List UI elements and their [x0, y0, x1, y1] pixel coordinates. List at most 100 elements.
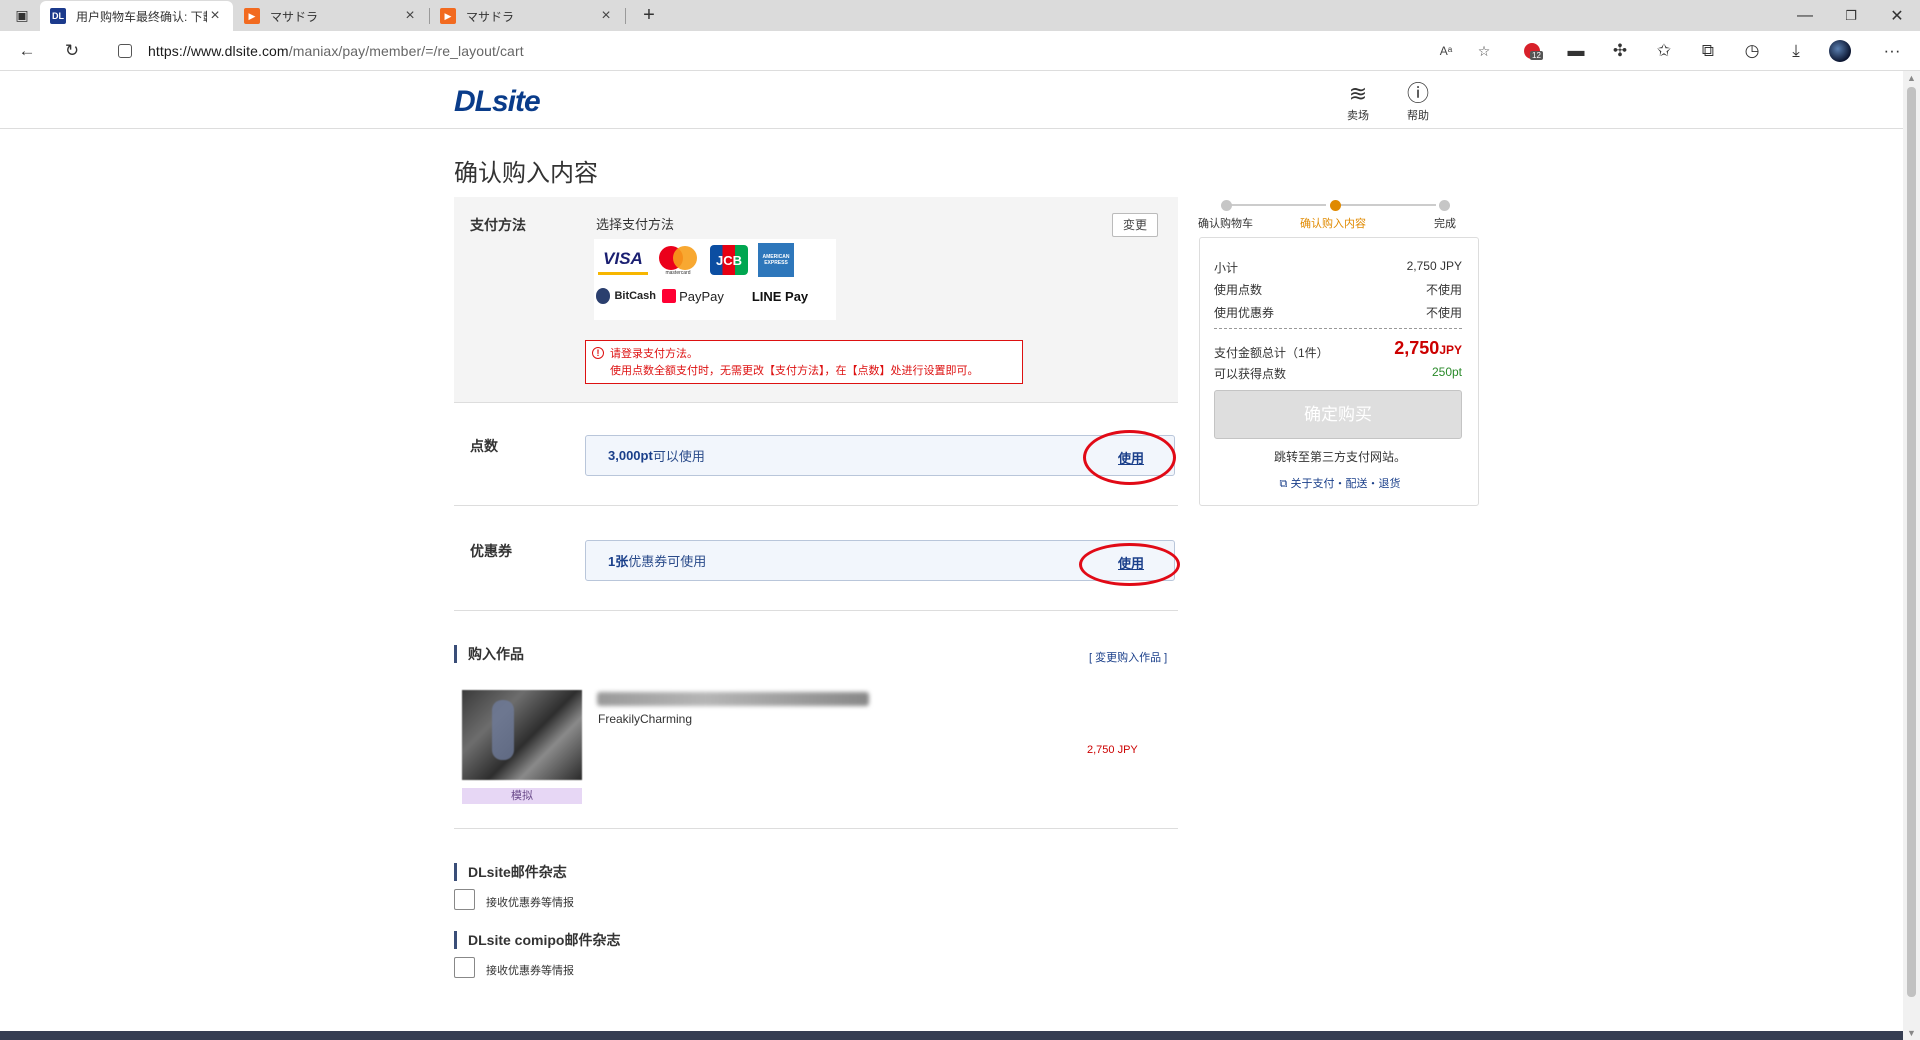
extension-icon[interactable]: ▬: [1562, 37, 1590, 65]
bitcash-logo: BitCash: [596, 283, 656, 309]
scroll-down-icon[interactable]: ▼: [1903, 1026, 1920, 1040]
masadora-favicon-icon: ▶: [440, 8, 456, 24]
help-icon: ⓘ: [1406, 81, 1429, 106]
paypay-logo: PayPay: [660, 283, 726, 309]
redirect-note: 跳转至第三方支付网站。: [1273, 450, 1406, 464]
subtotal-row: 小计 2,750 JPY: [1214, 259, 1462, 276]
tab-actions-icon[interactable]: ▣: [8, 1, 36, 29]
total-amount: 2,750: [1394, 338, 1440, 358]
external-link-icon: ⧉: [1279, 478, 1291, 490]
mastercard-logo: mastercard: [656, 244, 700, 276]
coupon-used-row: 使用优惠券 不使用: [1214, 304, 1462, 321]
collections-icon[interactable]: ⧉: [1694, 37, 1722, 65]
tab-separator: [625, 8, 626, 24]
refresh-icon[interactable]: ↻: [58, 37, 86, 65]
favorite-add-icon[interactable]: ☆: [1470, 37, 1498, 65]
points-used-label: 使用点数: [1214, 283, 1263, 297]
back-icon[interactable]: ←: [13, 37, 41, 65]
window-close-icon[interactable]: ✕: [1874, 0, 1920, 31]
extensions-puzzle-icon[interactable]: ✣: [1606, 37, 1634, 65]
browser-tab-bar: ▣ DL 用户购物车最终确认: 下載同人志 × ▶ マサドラ × ▶ マサドラ …: [0, 0, 1920, 31]
extension-adblock-icon[interactable]: 12: [1518, 37, 1546, 65]
coupon-used-label: 使用优惠券: [1214, 306, 1275, 320]
tab-masadora-2[interactable]: ▶ マサドラ ×: [430, 1, 624, 31]
footer-bar: [0, 1031, 1903, 1040]
newsletter-checkbox[interactable]: [454, 889, 475, 910]
linepay-text: LINE Pay: [751, 288, 809, 304]
dashed-divider: [1214, 328, 1462, 329]
order-summary: 小计 2,750 JPY 使用点数 不使用 使用优惠券 不使用 支付金额总计（1件） 2…: [1199, 237, 1479, 506]
scrollbar-thumb[interactable]: [1907, 87, 1916, 997]
restore-icon[interactable]: ❐: [1828, 0, 1874, 31]
tab-masadora-1[interactable]: ▶ マサドラ ×: [234, 1, 428, 31]
scrollbar[interactable]: ▲ ▼: [1903, 71, 1920, 1040]
points-label: 点数: [470, 438, 498, 454]
change-items-link[interactable]: [ 変更购入作品 ]: [1089, 649, 1167, 665]
url-text: https://www.dlsite.com/maniax/pay/member…: [148, 43, 524, 59]
about-payment-link[interactable]: ⧉ 关于支付・配送・退货: [1200, 475, 1480, 491]
visa-logo: VISA: [598, 245, 648, 275]
item-price: 2,750 JPY: [1087, 744, 1138, 756]
site-header: DLsite ≋ 卖场 ⓘ 帮助: [0, 71, 1903, 129]
coupon-used-value: 不使用: [1425, 306, 1462, 320]
points-used-row: 使用点数 不使用: [1214, 281, 1462, 298]
subtotal-value: 2,750 JPY: [1406, 259, 1462, 273]
dlsite-favicon-icon: DL: [50, 8, 66, 24]
layers-icon: ≋: [1348, 81, 1368, 106]
coupon-available-text: 优惠券可使用: [628, 554, 707, 569]
tab-title: マサドラ: [270, 9, 319, 24]
error-line-1: 请登录支付方法。: [610, 348, 698, 360]
error-line-2: 使用点数全额支付时，无需更改【支付方法】，在【点数】处进行设置即可。: [610, 365, 979, 377]
payment-error-message: ! 请登录支付方法。 使用点数全额支付时，无需更改【支付方法】，在【点数】处进行…: [585, 340, 1023, 384]
newsletter-heading: DLsite邮件杂志: [454, 863, 567, 881]
minimize-icon[interactable]: —: [1782, 0, 1828, 31]
close-icon[interactable]: ×: [598, 7, 614, 25]
divider: [454, 610, 1178, 611]
confirm-purchase-button[interactable]: 确定购买: [1214, 390, 1462, 439]
mastercard-text: mastercard: [665, 270, 691, 276]
purchase-heading: 购入作品: [454, 645, 524, 663]
total-label: 支付金额总计（1件）: [1214, 346, 1329, 360]
paypay-text: PayPay: [679, 288, 724, 304]
change-payment-button[interactable]: 変更: [1112, 213, 1158, 237]
close-icon[interactable]: ×: [207, 7, 223, 25]
item-circle-name[interactable]: FreakilyCharming: [598, 712, 692, 726]
dlsite-logo[interactable]: DLsite: [454, 85, 541, 119]
payment-methods[interactable]: VISA mastercard JCB AMERICAN EXPRESS Bit…: [594, 239, 836, 320]
error-icon: !: [592, 347, 604, 359]
comipo-newsletter-checkbox[interactable]: [454, 957, 475, 978]
total-value: 2,750JPY: [1394, 338, 1462, 359]
nav-shop[interactable]: ≋ 卖场: [1336, 81, 1380, 123]
step-label-current: 确认购入内容: [1300, 218, 1366, 230]
nav-shop-label: 卖场: [1347, 110, 1369, 122]
scroll-up-icon[interactable]: ▲: [1903, 71, 1920, 85]
close-icon[interactable]: ×: [402, 7, 418, 25]
linepay-logo: LINE Pay: [730, 283, 830, 309]
browser-toolbar: ← ↻ https://www.dlsite.com/maniax/pay/me…: [0, 31, 1920, 71]
masadora-favicon-icon: ▶: [244, 8, 260, 24]
bitcash-text: BitCash: [614, 290, 656, 302]
more-menu-icon[interactable]: ···: [1878, 37, 1906, 65]
read-aloud-icon[interactable]: Aᵃ: [1432, 37, 1460, 65]
about-payment-text: 关于支付・配送・退货: [1290, 478, 1401, 490]
download-icon[interactable]: ⤓: [1782, 37, 1810, 65]
history-icon[interactable]: ◷: [1738, 37, 1766, 65]
profile-avatar[interactable]: [1826, 37, 1854, 65]
page-content: DLsite ≋ 卖场 ⓘ 帮助 确认购入内容 支付方法 选择支付方法 変更 V…: [0, 71, 1903, 1040]
tab-dlsite[interactable]: DL 用户购物车最终确认: 下載同人志 ×: [40, 1, 233, 31]
item-title-blurred[interactable]: [597, 692, 869, 706]
divider: [454, 828, 1178, 829]
new-tab-button[interactable]: +: [635, 1, 663, 29]
tab-title: 用户购物车最终确认: 下載同人志: [76, 9, 207, 24]
step-line: [1226, 204, 1326, 206]
favorites-icon[interactable]: ✩: [1650, 37, 1678, 65]
item-thumbnail[interactable]: [462, 690, 582, 780]
earn-points-value: 250pt: [1431, 365, 1462, 379]
address-bar[interactable]: https://www.dlsite.com/maniax/pay/member…: [104, 35, 1514, 67]
amex-logo: AMERICAN EXPRESS: [758, 243, 794, 277]
newsletter-checkbox-label: 接收优惠券等情报: [486, 897, 574, 909]
earn-points-row: 可以获得点数 250pt: [1214, 365, 1462, 382]
points-available-text: 可以使用: [652, 449, 705, 464]
nav-help[interactable]: ⓘ 帮助: [1396, 81, 1440, 123]
divider: [454, 505, 1178, 506]
